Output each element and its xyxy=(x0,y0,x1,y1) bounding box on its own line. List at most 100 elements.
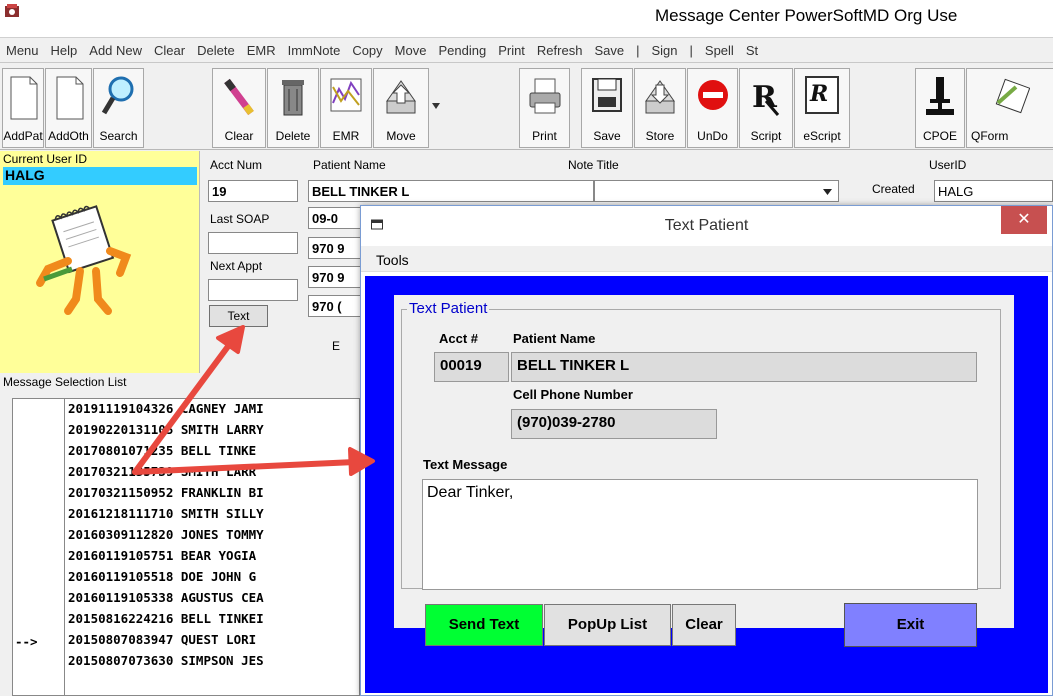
list-item[interactable]: 20191119104326 CAGNEY JAMI xyxy=(68,401,264,416)
group-title: Text Patient xyxy=(407,300,490,317)
message-selection-list[interactable]: --> 20191119104326 CAGNEY JAMI 201902201… xyxy=(12,398,360,696)
close-icon: ✕ xyxy=(1017,211,1031,228)
e-label: E xyxy=(332,339,341,353)
addoth-button[interactable]: AddOth xyxy=(45,68,92,148)
microscope-icon xyxy=(926,77,954,115)
toolbar: AddPat AddOth Search Clear Delete EMR Mo… xyxy=(0,64,1053,150)
next-appt-field[interactable] xyxy=(208,279,298,301)
save-button[interactable]: Save xyxy=(581,68,633,148)
home-phone-field[interactable]: 970 9 xyxy=(308,237,368,259)
popup-list-button[interactable]: PopUp List xyxy=(544,604,671,646)
qform-button[interactable]: QForm xyxy=(966,68,1053,148)
current-user-value: HALG xyxy=(3,167,197,185)
menu-item[interactable]: Spell xyxy=(699,39,740,58)
created-label: Created xyxy=(872,182,915,196)
printer-icon xyxy=(529,78,560,114)
list-item[interactable]: 20160119105518 DOE JOHN G xyxy=(68,569,256,584)
menu-item[interactable]: Refresh xyxy=(531,39,589,58)
current-row-marker: --> xyxy=(15,634,38,649)
script-button[interactable]: R Script xyxy=(739,68,793,148)
menu-item[interactable]: Add New xyxy=(83,39,148,58)
blank-page-icon xyxy=(56,76,83,120)
note-title-dropdown[interactable] xyxy=(594,180,839,202)
search-button[interactable]: Search xyxy=(93,68,144,148)
menu-item[interactable]: Help xyxy=(45,39,84,58)
menu-tools[interactable]: Tools xyxy=(376,252,409,268)
current-user-panel: Current User ID HALG xyxy=(0,151,200,373)
emr-button[interactable]: EMR xyxy=(320,68,372,148)
list-item[interactable]: 20160309112820 JONES TOMMY xyxy=(68,527,264,542)
delete-button[interactable]: Delete xyxy=(267,68,319,148)
row-marker-column xyxy=(13,399,65,695)
menu-item[interactable]: Print xyxy=(492,39,531,58)
acct-num-label: Acct Num xyxy=(210,158,263,172)
exit-button[interactable]: Exit xyxy=(844,603,977,647)
notepad-icon xyxy=(995,78,1030,114)
patient-name-label: Patient Name xyxy=(513,331,596,346)
list-item[interactable]: 20161218111710 SMITH SILLY xyxy=(68,506,264,521)
send-text-button[interactable]: Send Text xyxy=(425,604,543,646)
cell-phone-field[interactable]: 970 ( xyxy=(308,295,368,317)
list-item[interactable]: 20170321150952 FRANKLIN BI xyxy=(68,485,264,500)
menu-item[interactable]: Pending xyxy=(432,39,492,58)
list-item-current[interactable]: 20150816224216 BELL TINKEI xyxy=(68,611,264,626)
clear-button[interactable]: Clear xyxy=(672,604,736,646)
list-item[interactable]: 20170801071235 BELL TINKE xyxy=(68,443,256,458)
menu-bar: Menu Help Add New Clear Delete EMR ImmNote Copy… xyxy=(0,39,1053,63)
svg-text:R: R xyxy=(809,81,828,107)
list-item[interactable]: 20160119105751 BEAR YOGIA xyxy=(68,548,256,563)
eraser-icon xyxy=(224,78,254,116)
menu-item[interactable]: Clear xyxy=(148,39,191,58)
app-icon xyxy=(5,4,19,17)
created-user-field[interactable]: HALG xyxy=(934,180,1053,202)
move-button[interactable]: Move xyxy=(373,68,429,148)
menu-item[interactable]: EMR xyxy=(241,39,282,58)
dialog-title-bar[interactable]: Text Patient ✕ xyxy=(361,206,1052,246)
patient-name-field[interactable]: BELL TINKER L xyxy=(511,352,977,382)
last-soap-label: Last SOAP xyxy=(210,212,270,226)
menu-item[interactable]: St xyxy=(740,39,764,58)
message-list-label: Message Selection List xyxy=(3,375,127,389)
print-button[interactable]: Print xyxy=(519,68,570,148)
rx-icon: R xyxy=(752,80,780,116)
magnifier-icon xyxy=(101,76,133,115)
close-button[interactable]: ✕ xyxy=(1001,206,1047,234)
notepad-mascot-icon xyxy=(36,205,132,315)
escript-button[interactable]: R eScript xyxy=(794,68,850,148)
list-item[interactable]: 20150807073630 SIMPSON JES xyxy=(68,653,264,668)
cell-phone-field[interactable]: (970)039-2780 xyxy=(511,409,717,439)
text-message-label: Text Message xyxy=(423,457,508,472)
list-item[interactable]: 20190220131105 SMITH LARRY xyxy=(68,422,264,437)
list-item[interactable]: 20170321135739 SMITH LARR xyxy=(68,464,256,479)
erx-icon: R xyxy=(805,76,839,114)
work-phone-field[interactable]: 970 9 xyxy=(308,266,368,288)
acct-num-field[interactable]: 19 xyxy=(208,180,298,202)
patient-name-label: Patient Name xyxy=(313,158,386,172)
undo-button[interactable]: UnDo xyxy=(687,68,738,148)
menu-item[interactable]: Save xyxy=(588,39,630,58)
text-message-input[interactable]: Dear Tinker, xyxy=(422,479,978,590)
text-button[interactable]: Text xyxy=(209,305,268,327)
menu-item[interactable]: Sign xyxy=(645,39,683,58)
store-tray-icon xyxy=(645,80,675,114)
clear-button[interactable]: Clear xyxy=(212,68,266,148)
menu-separator: | xyxy=(636,43,640,58)
menu-item[interactable]: Menu xyxy=(0,39,45,58)
window-title: Message Center PowerSoftMD Org Use xyxy=(655,6,958,25)
last-soap-field[interactable] xyxy=(208,232,298,254)
text-patient-dialog: Text Patient ✕ Tools Text Patient Acct #… xyxy=(360,205,1053,696)
acct-field[interactable]: 00019 xyxy=(434,352,509,382)
menu-item[interactable]: Move xyxy=(389,39,433,58)
addpat-button[interactable]: AddPat xyxy=(2,68,44,148)
trash-can-icon xyxy=(282,80,304,116)
menu-item[interactable]: Delete xyxy=(191,39,241,58)
list-item[interactable]: 20150807083947 QUEST LORI xyxy=(68,632,256,647)
menu-item[interactable]: ImmNote xyxy=(282,39,347,58)
menu-item[interactable]: Copy xyxy=(346,39,388,58)
list-item[interactable]: 20160119105338 AGUSTUS CEA xyxy=(68,590,264,605)
patient-name-field[interactable]: BELL TINKER L xyxy=(308,180,594,202)
store-button[interactable]: Store xyxy=(634,68,686,148)
chevron-down-icon[interactable] xyxy=(431,102,441,110)
dob-field[interactable]: 09-0 xyxy=(308,207,368,229)
cpoe-button[interactable]: CPOE xyxy=(915,68,965,148)
